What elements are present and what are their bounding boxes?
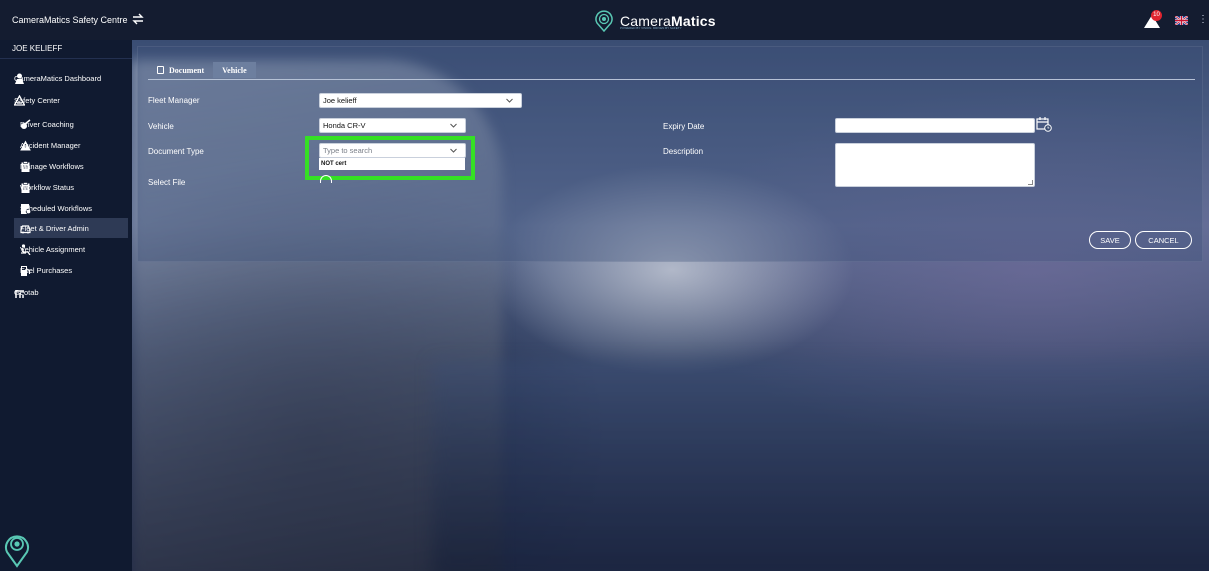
- road-background-image: [432, 360, 1209, 571]
- sidebar-item-geotab[interactable]: Geotab: [0, 282, 132, 302]
- chevron-down-icon: [450, 123, 457, 128]
- sidebar-item-fleet-driver-admin[interactable]: Fleet & Driver Admin: [14, 218, 128, 238]
- tab-document[interactable]: Document: [148, 62, 213, 78]
- document-icon: [157, 66, 164, 74]
- resize-handle-icon[interactable]: [1028, 180, 1033, 185]
- more-menu-icon[interactable]: ⋮: [1198, 14, 1208, 25]
- calendar-clock-icon[interactable]: [1036, 116, 1052, 132]
- sidebar-item-label: Manage Workflows: [20, 161, 84, 171]
- vehicle-value: Honda CR-V: [323, 121, 366, 130]
- sidebar-item-workflow-status[interactable]: Workflow Status: [0, 177, 132, 197]
- cameramatics-logo-icon: [5, 535, 29, 568]
- sidebar-item-label: Vehicle Assignment: [20, 244, 86, 254]
- user-name: JOE KELIEFF: [12, 44, 63, 53]
- select-file-label: Select File: [148, 178, 186, 187]
- tab-divider: [148, 79, 1195, 80]
- sidebar-item-scheduled-workflows[interactable]: Scheduled Workflows: [0, 198, 132, 218]
- sidebar-item-driver-coaching[interactable]: Driver Coaching: [0, 114, 132, 134]
- top-bar: CameraMatics Safety Centre CameraMatics …: [0, 0, 1209, 40]
- alert-count-badge: 10: [1151, 10, 1162, 21]
- tab-document-label: Document: [169, 65, 205, 75]
- sidebar-item-label: CameraMatics Dashboard: [14, 73, 102, 83]
- tab-vehicle[interactable]: Vehicle: [213, 62, 256, 78]
- fleet-manager-value: Joe kelieff: [323, 96, 357, 105]
- vehicle-select[interactable]: Honda CR-V: [319, 118, 466, 133]
- user-divider: [0, 58, 132, 59]
- app-title: CameraMatics Safety Centre: [12, 15, 128, 25]
- select-file-button[interactable]: [320, 175, 332, 183]
- expiry-date-label: Expiry Date: [663, 122, 705, 131]
- sidebar-item-vehicle-assignment[interactable]: Vehicle Assignment: [0, 239, 132, 259]
- sidebar-item-label: Driver Coaching: [20, 119, 74, 129]
- fleet-manager-label: Fleet Manager: [148, 96, 200, 105]
- sidebar-item-accident-manager[interactable]: Accident Manager: [0, 135, 132, 155]
- sidebar-item-manage-workflows[interactable]: Manage Workflows: [0, 156, 132, 176]
- description-textarea[interactable]: [835, 143, 1035, 187]
- swap-arrows-icon[interactable]: [131, 12, 145, 26]
- description-label: Description: [663, 147, 704, 156]
- sidebar-item-label: Safety Center: [14, 95, 60, 105]
- document-type-label: Document Type: [148, 147, 204, 156]
- sidebar-item-fuel-purchases[interactable]: Fuel Purchases: [0, 260, 132, 280]
- cameramatics-logo: CameraMatics POWERED BY VISION. DRIVEN B…: [594, 10, 716, 32]
- sidebar-item-safety-center[interactable]: Safety Center: [0, 90, 132, 110]
- sidebar-item-label: Fuel Purchases: [20, 265, 73, 275]
- tab-vehicle-label: Vehicle: [222, 65, 247, 75]
- vehicle-label: Vehicle: [148, 122, 174, 131]
- green-highlight-box: [305, 136, 475, 180]
- save-button[interactable]: SAVE: [1089, 231, 1131, 249]
- sidebar-item-label: Geotab: [14, 287, 39, 297]
- cameramatics-logo-icon: [595, 10, 613, 32]
- sidebar-item-dashboard[interactable]: CameraMatics Dashboard: [0, 68, 132, 88]
- sidebar-item-label: Accident Manager: [20, 140, 81, 150]
- sidebar-item-label: Workflow Status: [20, 182, 75, 192]
- fleet-manager-select[interactable]: Joe kelieff: [319, 93, 522, 108]
- sidebar-item-label: Scheduled Workflows: [20, 203, 92, 213]
- sidebar-item-label: Fleet & Driver Admin: [20, 223, 89, 233]
- uk-flag-icon[interactable]: [1175, 16, 1188, 25]
- logo-subtitle: POWERED BY VISION. DRIVEN BY SAFETY: [620, 26, 682, 30]
- cancel-button[interactable]: CANCEL: [1135, 231, 1192, 249]
- sidebar: JOE KELIEFF CameraMatics Dashboard Safet…: [0, 40, 132, 571]
- chevron-down-icon: [506, 98, 513, 103]
- expiry-date-input[interactable]: [835, 118, 1035, 133]
- form-tabs: Document Vehicle: [148, 62, 256, 80]
